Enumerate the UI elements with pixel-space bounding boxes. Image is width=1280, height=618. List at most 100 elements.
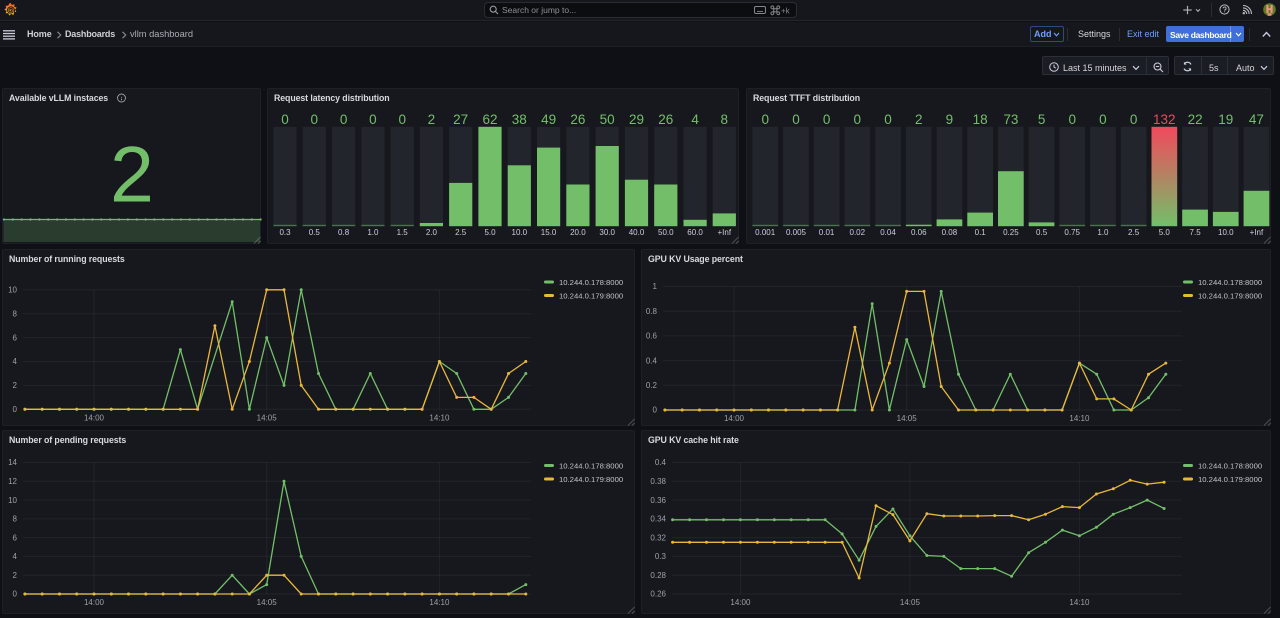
svg-text:8: 8 [13,515,18,524]
svg-text:0.01: 0.01 [819,228,835,237]
svg-text:14:05: 14:05 [897,414,918,423]
svg-text:0.75: 0.75 [1064,228,1080,237]
svg-text:10: 10 [8,286,17,295]
svg-text:62: 62 [482,112,497,127]
svg-text:27: 27 [453,112,468,127]
svg-text:0: 0 [281,112,289,127]
svg-text:0: 0 [1099,112,1107,127]
svg-text:14:00: 14:00 [84,414,105,423]
svg-text:2.0: 2.0 [426,228,438,237]
svg-text:0.2: 0.2 [646,381,658,390]
svg-text:4: 4 [13,552,18,561]
svg-text:19: 19 [1218,112,1233,127]
svg-text:22: 22 [1188,112,1203,127]
svg-text:0.4: 0.4 [646,356,658,365]
svg-text:1.0: 1.0 [367,228,379,237]
svg-text:0.5: 0.5 [1036,228,1048,237]
svg-text:0: 0 [854,112,862,127]
svg-text:40.0: 40.0 [629,228,645,237]
svg-text:10.244.0.178:8000: 10.244.0.178:8000 [559,278,623,287]
svg-text:0: 0 [1068,112,1076,127]
svg-text:73: 73 [1003,112,1018,127]
svg-text:0.8: 0.8 [646,307,658,316]
svg-text:6: 6 [13,533,18,542]
svg-text:10.244.0.178:8000: 10.244.0.178:8000 [1198,278,1262,287]
svg-text:14:10: 14:10 [1069,414,1090,423]
svg-text:2: 2 [428,112,436,127]
svg-text:14: 14 [8,458,17,467]
svg-text:14:10: 14:10 [1069,598,1090,607]
svg-text:10.0: 10.0 [1218,228,1234,237]
svg-text:0: 0 [13,405,18,414]
svg-text:5.0: 5.0 [484,228,496,237]
svg-text:0: 0 [823,112,831,127]
svg-text:14:00: 14:00 [84,598,105,607]
svg-text:0: 0 [311,112,319,127]
svg-text:0: 0 [1130,112,1138,127]
svg-text:2: 2 [13,571,18,580]
svg-text:1.0: 1.0 [1097,228,1109,237]
svg-text:10.244.0.179:8000: 10.244.0.179:8000 [559,475,623,484]
svg-text:0: 0 [761,112,769,127]
svg-text:18: 18 [973,112,988,127]
svg-text:10.244.0.179:8000: 10.244.0.179:8000 [1198,475,1262,484]
svg-text:0.28: 0.28 [650,571,666,580]
svg-text:9: 9 [946,112,954,127]
svg-text:0.4: 0.4 [655,458,667,467]
svg-text:0.5: 0.5 [309,228,321,237]
svg-text:14:05: 14:05 [257,598,278,607]
svg-text:10.0: 10.0 [512,228,528,237]
svg-text:10.244.0.179:8000: 10.244.0.179:8000 [559,291,623,300]
svg-text:2: 2 [915,112,923,127]
svg-text:8: 8 [13,309,18,318]
svg-text:14:05: 14:05 [257,414,278,423]
svg-text:+k: +k [781,6,791,15]
svg-text:8: 8 [721,112,729,127]
svg-text:47: 47 [1249,112,1264,127]
svg-text:29: 29 [629,112,644,127]
svg-text:0.001: 0.001 [755,228,776,237]
svg-text:0.32: 0.32 [650,533,666,542]
svg-text:10.244.0.178:8000: 10.244.0.178:8000 [559,461,623,470]
svg-text:0.1: 0.1 [975,228,987,237]
svg-text:0.6: 0.6 [646,332,658,341]
svg-text:2.5: 2.5 [455,228,467,237]
svg-text:0.08: 0.08 [942,228,958,237]
svg-text:10: 10 [8,496,17,505]
svg-text:0.34: 0.34 [650,515,666,524]
svg-text:26: 26 [658,112,673,127]
svg-text:20.0: 20.0 [570,228,586,237]
svg-text:0.38: 0.38 [650,477,666,486]
svg-text:132: 132 [1153,112,1176,127]
svg-text:0: 0 [653,406,658,415]
svg-text:+Inf: +Inf [1250,228,1264,237]
svg-text:0.8: 0.8 [338,228,350,237]
svg-text:0.36: 0.36 [650,496,666,505]
svg-text:10.244.0.179:8000: 10.244.0.179:8000 [1198,291,1262,300]
svg-text:4: 4 [691,112,699,127]
svg-text:4: 4 [13,357,18,366]
svg-text:7.5: 7.5 [1190,228,1202,237]
svg-text:0: 0 [884,112,892,127]
svg-text:1.5: 1.5 [397,228,409,237]
svg-text:30.0: 30.0 [599,228,615,237]
svg-text:0.3: 0.3 [655,552,667,561]
svg-text:0: 0 [792,112,800,127]
svg-text:0: 0 [398,112,406,127]
svg-text:49: 49 [541,112,556,127]
svg-text:0: 0 [369,112,377,127]
svg-text:1: 1 [653,282,658,291]
svg-text:14:00: 14:00 [724,414,745,423]
svg-text:0.06: 0.06 [911,228,927,237]
svg-text:2: 2 [110,130,154,219]
svg-text:0.26: 0.26 [650,590,666,599]
svg-text:0.3: 0.3 [279,228,291,237]
svg-text:5.0: 5.0 [1159,228,1171,237]
svg-text:14:00: 14:00 [730,598,751,607]
svg-text:60.0: 60.0 [687,228,703,237]
svg-text:14:10: 14:10 [429,414,450,423]
svg-text:14:05: 14:05 [900,598,921,607]
svg-text:0.005: 0.005 [786,228,807,237]
svg-text:15.0: 15.0 [541,228,557,237]
svg-text:5: 5 [1038,112,1046,127]
